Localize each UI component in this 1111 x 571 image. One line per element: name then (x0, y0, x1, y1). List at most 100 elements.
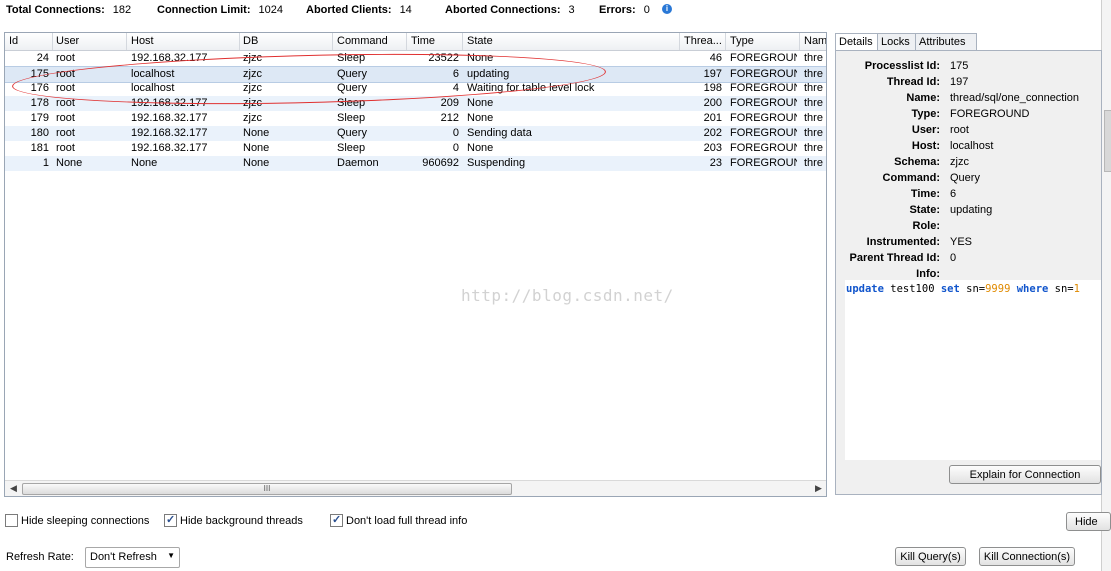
tab-locks[interactable]: Locks (877, 33, 917, 50)
table-cell: root (56, 112, 75, 124)
horizontal-scrollbar[interactable]: ◀ III ▶ (5, 480, 826, 496)
watermark: http://blog.csdn.net/ (461, 286, 674, 305)
refresh-rate-label: Refresh Rate: (6, 551, 74, 563)
column-header-type[interactable]: Type (730, 35, 754, 47)
table-cell: thre (804, 142, 823, 154)
table-row[interactable]: 181 root 192.168.32.177 None Sleep 0 None 203 FO… (5, 141, 826, 156)
detail-label: Type: (911, 108, 940, 120)
table-cell: Sleep (337, 142, 366, 154)
column-header-command[interactable]: Command (337, 35, 388, 47)
table-row[interactable]: 178 root 192.168.32.177 zjzc Sleep 209 None 200… (5, 96, 826, 111)
detail-label: Role: (912, 220, 941, 232)
column-header-thread[interactable]: Threa... (684, 35, 722, 47)
table-cell: 23 (709, 157, 722, 169)
scroll-right-arrow-icon[interactable]: ▶ (815, 483, 822, 494)
table-cell: 198 (703, 82, 722, 94)
hide-background-label: Hide background threads (180, 515, 303, 527)
table-cell: Sending data (467, 127, 532, 139)
table-cell: 0 (452, 127, 459, 139)
column-header-db[interactable]: DB (243, 35, 258, 47)
details-panel: Processlist Id: 175 Thread Id: 197 Name: thre… (835, 50, 1102, 495)
detail-value: localhost (950, 140, 994, 152)
column-header-host[interactable]: Host (131, 35, 154, 47)
kill-query-button[interactable]: Kill Query(s) (895, 547, 966, 566)
table-cell: Suspending (467, 157, 526, 169)
table-cell: 179 (30, 112, 49, 124)
column-header-time[interactable]: Time (411, 35, 435, 47)
stat-aborted-connections: Aborted Connections: 3 (445, 4, 575, 16)
table-cell: None (56, 157, 83, 169)
explain-for-connection-button[interactable]: Explain for Connection (949, 465, 1101, 484)
detail-value: 0 (950, 252, 957, 264)
table-cell: 202 (703, 127, 722, 139)
table-cell: zjzc (243, 97, 262, 109)
processlist-table[interactable]: Id User Host DB Command Time State Threa… (4, 32, 827, 497)
table-cell: root (56, 127, 75, 139)
table-cell: FOREGROUND (730, 68, 797, 80)
table-cell: None (467, 52, 494, 64)
scroll-left-arrow-icon[interactable]: ◀ (10, 483, 17, 494)
table-cell: 192.168.32.177 (131, 127, 208, 139)
horizontal-scroll-thumb[interactable]: III (22, 483, 512, 495)
table-cell: None (467, 142, 494, 154)
table-row[interactable]: 1 None None None Daemon 960692 Suspending 23 FOR… (5, 156, 826, 171)
tab-details[interactable]: Details (835, 33, 880, 51)
table-cell: 209 (440, 97, 459, 109)
table-cell: localhost (131, 68, 175, 80)
refresh-rate-select[interactable]: Don't Refresh ▼ (85, 547, 180, 568)
table-cell: FOREGROUND (730, 112, 797, 124)
vertical-scrollbar[interactable] (1101, 0, 1111, 571)
stat-total-connections: Total Connections: 182 (6, 4, 132, 16)
detail-label: Name: (906, 92, 940, 104)
query-text: update test100 set sn=9999 where sn=1 (846, 283, 1080, 295)
table-cell: None (243, 157, 270, 169)
hide-sleeping-checkbox[interactable] (5, 514, 18, 527)
table-cell: FOREGROUND (730, 127, 797, 139)
hide-button[interactable]: Hide (1066, 512, 1111, 531)
table-cell: 200 (703, 97, 722, 109)
table-cell: 0 (452, 142, 459, 154)
table-cell: thre (804, 68, 823, 80)
table-cell: 4 (452, 82, 459, 94)
table-cell: thre (804, 127, 823, 139)
info-icon[interactable]: i (662, 4, 672, 14)
table-cell: 197 (703, 68, 722, 80)
detail-value: FOREGROUND (950, 108, 1030, 120)
detail-label: Schema: (894, 156, 940, 168)
scrollbar-thumb[interactable] (1104, 110, 1111, 172)
detail-value: 6 (950, 188, 957, 200)
table-row[interactable]: 24 root 192.168.32.177 zjzc Sleep 23522 None 46… (5, 51, 826, 66)
column-header-name[interactable]: Nam (804, 35, 826, 47)
tab-attributes[interactable]: Attributes (915, 33, 977, 50)
column-header-user[interactable]: User (56, 35, 79, 47)
table-cell: Sleep (337, 97, 366, 109)
table-cell: 46 (709, 52, 722, 64)
kill-connection-button[interactable]: Kill Connection(s) (979, 547, 1075, 566)
table-header: Id User Host DB Command Time State Threa… (5, 33, 826, 51)
hide-background-checkbox[interactable] (164, 513, 177, 527)
stat-aborted-clients: Aborted Clients: 14 (306, 4, 412, 16)
query-info-box[interactable]: update test100 set sn=9999 where sn=1 (845, 280, 1101, 460)
table-row[interactable]: 179 root 192.168.32.177 zjzc Sleep 212 None 201… (5, 111, 826, 126)
table-cell: 23522 (428, 52, 459, 64)
table-cell: zjzc (243, 68, 262, 80)
table-cell: 175 (30, 68, 49, 80)
column-header-id[interactable]: Id (9, 35, 18, 47)
table-cell: 181 (30, 142, 49, 154)
table-cell: Sleep (337, 112, 366, 124)
table-row[interactable]: 180 root 192.168.32.177 None Query 0 Sending d… (5, 126, 826, 141)
column-header-state[interactable]: State (467, 35, 493, 47)
table-row[interactable]: 176 root localhost zjzc Query 4 Waiting for ta… (5, 81, 826, 96)
dont-load-full-info-checkbox[interactable] (330, 513, 343, 527)
table-cell: 192.168.32.177 (131, 97, 208, 109)
table-cell: 6 (452, 68, 459, 80)
table-cell: None (131, 157, 158, 169)
stat-errors: Errors: 0 (599, 4, 650, 16)
table-cell: thre (804, 97, 823, 109)
detail-label: Info: (916, 268, 940, 280)
table-cell: 178 (30, 97, 49, 109)
detail-value: Query (950, 172, 980, 184)
detail-value: zjzc (950, 156, 969, 168)
table-cell: FOREGROUND (730, 97, 797, 109)
table-cell: Query (337, 127, 367, 139)
